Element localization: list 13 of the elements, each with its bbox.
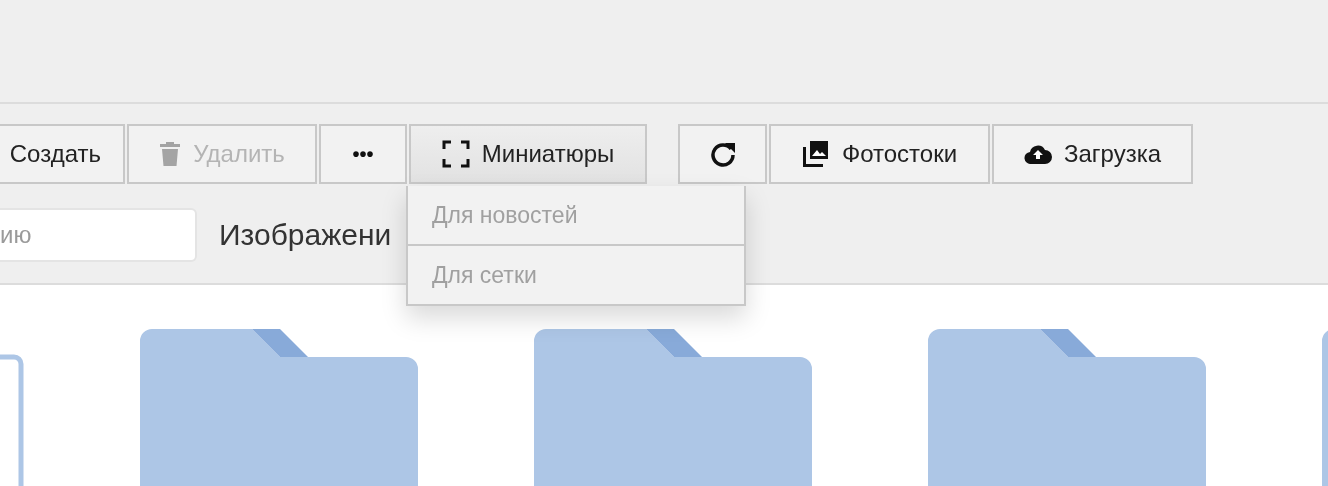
refresh-button[interactable] [678, 124, 767, 184]
toolbar-button[interactable]: Создать [0, 124, 125, 184]
images-icon [801, 140, 830, 168]
toolbar-button[interactable]: Миниатюры [409, 124, 647, 184]
toolbar-button[interactable]: Фотостоки [769, 124, 990, 184]
toolbar-button[interactable]: Загрузка [992, 124, 1193, 184]
more-button[interactable]: ••• [319, 124, 407, 184]
trash-icon [159, 141, 182, 167]
refresh-icon [708, 140, 737, 168]
folder-title: Изображени [219, 218, 393, 252]
frame-corners-icon [441, 140, 470, 168]
search-field[interactable]: ию [0, 208, 197, 262]
cloud-upload-icon [1023, 144, 1052, 164]
